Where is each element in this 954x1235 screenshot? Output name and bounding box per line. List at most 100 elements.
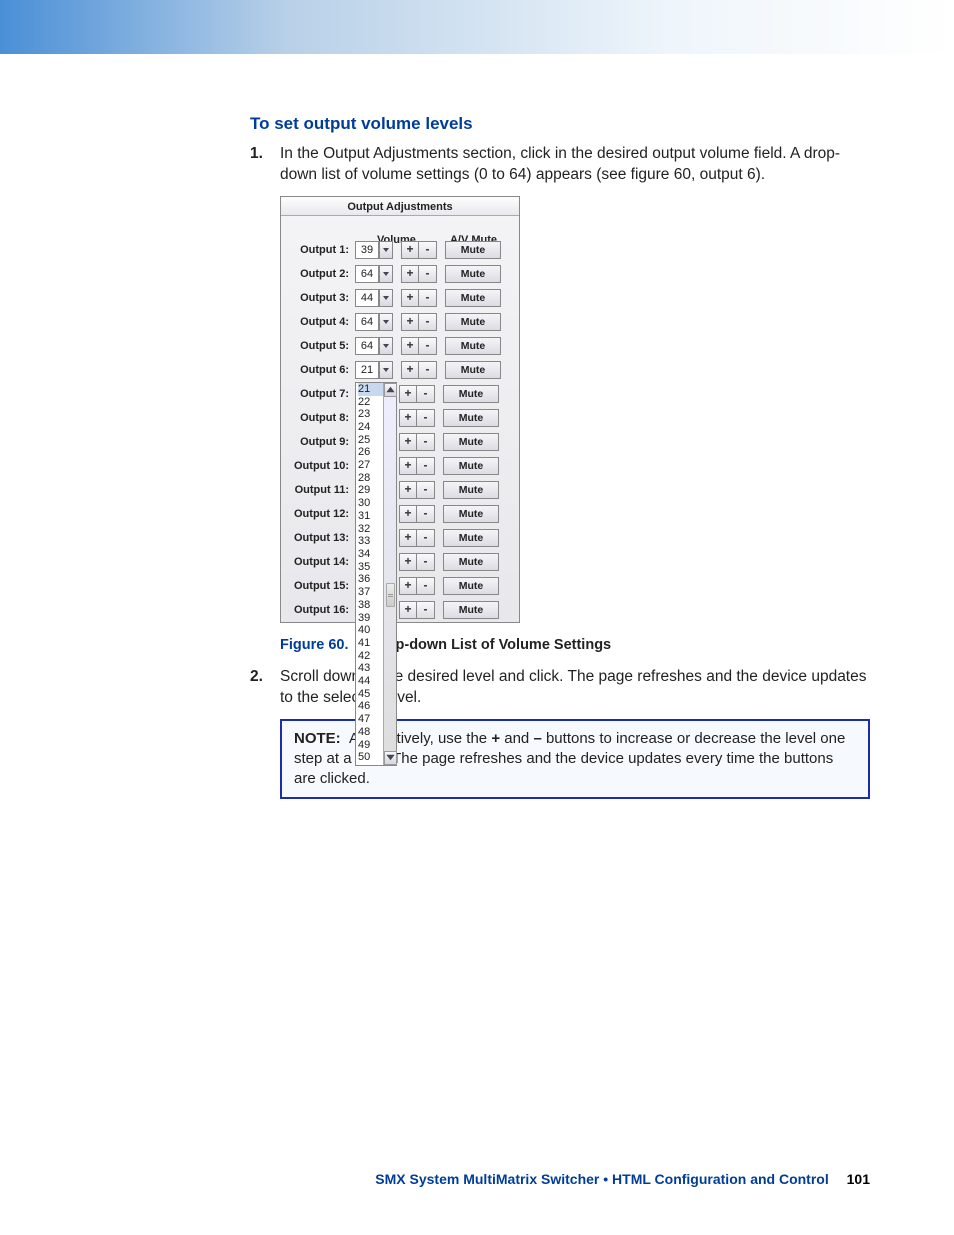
volume-plus-button[interactable]: +	[401, 361, 419, 379]
mute-button[interactable]: Mute	[443, 457, 499, 475]
dropdown-option[interactable]: 24	[358, 421, 383, 434]
volume-field[interactable]: 21	[355, 361, 379, 379]
volume-plus-button[interactable]: +	[399, 505, 417, 523]
volume-minus-button[interactable]: -	[419, 361, 437, 379]
dropdown-option[interactable]: 28	[358, 472, 383, 485]
step-2-number: 2.	[250, 667, 263, 688]
volume-field[interactable]: 64	[355, 313, 379, 331]
volume-minus-button[interactable]: -	[419, 265, 437, 283]
dropdown-option[interactable]: 25	[358, 434, 383, 447]
volume-plus-button[interactable]: +	[401, 289, 419, 307]
volume-minus-button[interactable]: -	[417, 553, 435, 571]
chevron-down-icon[interactable]	[379, 313, 393, 331]
dropdown-scrollbar[interactable]	[383, 383, 396, 765]
mute-button[interactable]: Mute	[443, 385, 499, 403]
dropdown-option[interactable]: 45	[358, 688, 383, 701]
volume-minus-button[interactable]: -	[417, 433, 435, 451]
volume-plus-button[interactable]: +	[399, 385, 417, 403]
dropdown-option[interactable]: 46	[358, 700, 383, 713]
mute-button[interactable]: Mute	[443, 433, 499, 451]
mute-button[interactable]: Mute	[445, 289, 501, 307]
dropdown-option[interactable]: 36	[358, 573, 383, 586]
dropdown-option[interactable]: 43	[358, 662, 383, 675]
dropdown-option[interactable]: 48	[358, 726, 383, 739]
volume-minus-button[interactable]: -	[417, 601, 435, 619]
dropdown-option[interactable]: 21	[358, 383, 383, 396]
chevron-down-icon[interactable]	[379, 265, 393, 283]
volume-minus-button[interactable]: -	[417, 481, 435, 499]
chevron-down-icon[interactable]	[379, 361, 393, 379]
chevron-down-icon[interactable]	[379, 241, 393, 259]
dropdown-option[interactable]: 44	[358, 675, 383, 688]
scroll-thumb[interactable]	[386, 583, 395, 607]
output-label: Output 6:	[281, 364, 353, 376]
volume-plus-button[interactable]: +	[401, 241, 419, 259]
mute-button[interactable]: Mute	[443, 601, 499, 619]
dropdown-option[interactable]: 26	[358, 446, 383, 459]
mute-button[interactable]: Mute	[443, 409, 499, 427]
volume-plus-button[interactable]: +	[401, 265, 419, 283]
dropdown-option[interactable]: 34	[358, 548, 383, 561]
volume-minus-button[interactable]: -	[419, 241, 437, 259]
dropdown-option[interactable]: 49	[358, 739, 383, 752]
volume-minus-button[interactable]: -	[417, 385, 435, 403]
mute-button[interactable]: Mute	[445, 313, 501, 331]
dropdown-option[interactable]: 23	[358, 408, 383, 421]
volume-field[interactable]: 44	[355, 289, 379, 307]
volume-dropdown-list[interactable]: 2122232425262728293031323334353637383940…	[355, 382, 397, 766]
dropdown-option[interactable]: 41	[358, 637, 383, 650]
scroll-down-icon[interactable]	[384, 751, 397, 765]
dropdown-option[interactable]: 30	[358, 497, 383, 510]
dropdown-option[interactable]: 35	[358, 561, 383, 574]
volume-plus-button[interactable]: +	[399, 481, 417, 499]
volume-minus-button[interactable]: -	[417, 505, 435, 523]
dropdown-option[interactable]: 47	[358, 713, 383, 726]
volume-field[interactable]: 39	[355, 241, 379, 259]
volume-minus-button[interactable]: -	[417, 529, 435, 547]
volume-minus-button[interactable]: -	[419, 337, 437, 355]
volume-plus-button[interactable]: +	[399, 577, 417, 595]
volume-minus-button[interactable]: -	[419, 313, 437, 331]
dropdown-options[interactable]: 2122232425262728293031323334353637383940…	[356, 383, 383, 765]
volume-plus-button[interactable]: +	[399, 529, 417, 547]
volume-plus-button[interactable]: +	[399, 457, 417, 475]
mute-button[interactable]: Mute	[443, 481, 499, 499]
volume-field[interactable]: 64	[355, 337, 379, 355]
dropdown-option[interactable]: 29	[358, 484, 383, 497]
volume-plus-button[interactable]: +	[401, 313, 419, 331]
volume-minus-button[interactable]: -	[419, 289, 437, 307]
scroll-up-icon[interactable]	[384, 383, 397, 397]
volume-minus-button[interactable]: -	[417, 457, 435, 475]
chevron-down-icon[interactable]	[379, 289, 393, 307]
volume-plus-button[interactable]: +	[399, 601, 417, 619]
mute-button[interactable]: Mute	[443, 553, 499, 571]
mute-button[interactable]: Mute	[443, 577, 499, 595]
volume-minus-button[interactable]: -	[417, 577, 435, 595]
dropdown-option[interactable]: 40	[358, 624, 383, 637]
mute-button[interactable]: Mute	[445, 337, 501, 355]
footer-title: SMX System MultiMatrix Switcher • HTML C…	[375, 1171, 828, 1187]
mute-button[interactable]: Mute	[443, 505, 499, 523]
dropdown-option[interactable]: 22	[358, 396, 383, 409]
volume-plus-button[interactable]: +	[399, 433, 417, 451]
mute-button[interactable]: Mute	[445, 265, 501, 283]
dropdown-option[interactable]: 32	[358, 523, 383, 536]
dropdown-option[interactable]: 37	[358, 586, 383, 599]
mute-button[interactable]: Mute	[445, 361, 501, 379]
dropdown-option[interactable]: 50	[358, 751, 383, 764]
chevron-down-icon[interactable]	[379, 337, 393, 355]
mute-button[interactable]: Mute	[443, 529, 499, 547]
dropdown-option[interactable]: 42	[358, 650, 383, 663]
dropdown-option[interactable]: 38	[358, 599, 383, 612]
volume-plus-button[interactable]: +	[401, 337, 419, 355]
dropdown-option[interactable]: 39	[358, 612, 383, 625]
dropdown-option[interactable]: 33	[358, 535, 383, 548]
volume-field[interactable]: 64	[355, 265, 379, 283]
dropdown-option[interactable]: 27	[358, 459, 383, 472]
mute-button[interactable]: Mute	[445, 241, 501, 259]
output-adjustments-panel: Output Adjustments Volume A/V Mute Outpu…	[280, 196, 520, 623]
dropdown-option[interactable]: 31	[358, 510, 383, 523]
volume-plus-button[interactable]: +	[399, 553, 417, 571]
volume-plus-button[interactable]: +	[399, 409, 417, 427]
volume-minus-button[interactable]: -	[417, 409, 435, 427]
